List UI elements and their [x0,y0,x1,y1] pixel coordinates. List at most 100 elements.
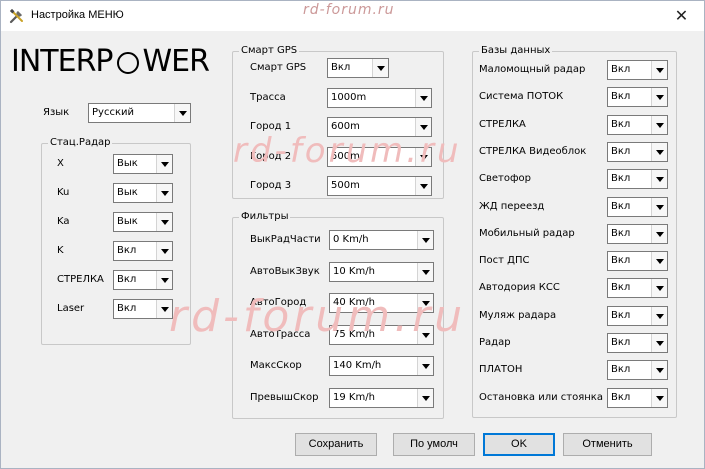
filter-select[interactable]: 19 Km/h [329,387,434,408]
chevron-down-icon[interactable] [417,357,433,375]
chevron-down-icon[interactable] [417,231,433,249]
close-icon: ✕ [674,6,689,25]
close-button[interactable]: ✕ [659,1,704,31]
chevron-down-icon[interactable] [415,177,431,195]
database-label: Светофор [479,173,531,185]
chevron-down-icon[interactable] [174,104,190,122]
chevron-down-icon[interactable] [651,252,667,271]
database-value: Вкл [611,91,631,103]
database-select[interactable]: Вкл [607,114,668,135]
filter-select[interactable]: 75 Km/h [329,324,434,345]
database-select[interactable]: Вкл [607,141,668,162]
chevron-down-icon[interactable] [417,294,433,312]
chevron-down-icon[interactable] [651,115,667,134]
database-label: Система ПОТОК [479,91,564,103]
database-value: Вкл [611,173,631,185]
gps-select[interactable]: 500m [327,146,432,167]
stat-radar-value: Вкл [117,274,137,285]
chevron-down-icon[interactable] [417,388,433,407]
database-select[interactable]: Вкл [607,387,668,408]
chevron-down-icon[interactable] [651,142,667,161]
gps-select[interactable]: 600m [327,117,432,137]
chevron-down-icon[interactable] [651,61,667,79]
gps-select[interactable]: 500m [327,176,432,196]
chevron-down-icon[interactable] [156,271,172,289]
database-label: Радар [479,337,511,348]
gps-select[interactable]: Вкл [327,58,389,78]
database-label: Автодория КСС [479,282,560,294]
database-label: СТРЕЛКА [479,118,526,130]
filter-value: 10 Km/h [333,265,375,277]
database-value: Вкл [611,118,631,130]
filter-select[interactable]: 10 Km/h [329,261,434,282]
stat-radar-select[interactable]: Вкл [113,241,173,261]
language-select[interactable]: Русский [88,103,191,123]
chevron-down-icon[interactable] [651,88,667,107]
chevron-down-icon[interactable] [651,334,667,352]
tools-icon [9,8,23,24]
stat-radar-value: Вык [117,187,138,198]
filter-label: МаксСкор [250,360,302,371]
chevron-down-icon[interactable] [651,170,667,189]
database-value: Вкл [611,391,631,403]
database-select[interactable]: Вкл [607,223,668,244]
chevron-down-icon[interactable] [415,147,431,166]
filter-label: ПревышСкор [250,391,319,403]
database-select[interactable]: Вкл [607,305,668,326]
chevron-down-icon[interactable] [415,118,431,136]
gps-select[interactable]: 1000m [327,87,432,108]
chevron-down-icon[interactable] [417,325,433,344]
gps-label: Смарт GPS [250,62,307,73]
database-select[interactable]: Вкл [607,196,668,217]
database-select[interactable]: Вкл [607,360,668,381]
stat-radar-label: K [57,245,64,256]
chevron-down-icon[interactable] [417,262,433,281]
filter-value: 75 Km/h [333,328,375,340]
stat-radar-select[interactable]: Вкл [113,299,173,319]
chevron-down-icon[interactable] [156,184,172,202]
stat-radar-select[interactable]: Вык [113,154,173,174]
chevron-down-icon[interactable] [372,59,388,77]
database-select[interactable]: Вкл [607,333,668,353]
stat-radar-label: Ku [57,187,70,198]
chevron-down-icon[interactable] [651,306,667,325]
stat-radar-select[interactable]: Вык [113,183,173,203]
language-value: Русский [92,107,134,118]
stat-radar-select[interactable]: Вык [113,212,173,232]
cancel-button[interactable]: Отменить [563,433,652,456]
database-select[interactable]: Вкл [607,60,668,80]
ok-button[interactable]: OK [483,433,555,456]
defaults-button[interactable]: По умолч [393,433,475,456]
database-select[interactable]: Вкл [607,87,668,108]
database-value: Вкл [611,200,631,212]
chevron-down-icon[interactable] [651,388,667,407]
chevron-down-icon[interactable] [651,361,667,380]
stat-radar-label: Ka [57,216,70,227]
chevron-down-icon[interactable] [156,155,172,173]
save-button[interactable]: Сохранить [295,433,377,456]
filter-select[interactable]: 40 Km/h [329,293,434,313]
database-select[interactable]: Вкл [607,251,668,272]
stat-radar-value: Вкл [117,303,137,314]
gps-label: Город 1 [250,121,292,132]
filter-value: 40 Km/h [333,297,375,308]
filter-select[interactable]: 0 Km/h [329,230,434,250]
chevron-down-icon[interactable] [156,242,172,260]
filter-select[interactable]: 140 Km/h [329,356,434,376]
chevron-down-icon[interactable] [651,197,667,216]
chevron-down-icon[interactable] [415,88,431,107]
database-label: Остановка или стоянка [479,391,603,403]
settings-window: Настройка МЕНЮ ✕ INTERP WER Язык Русский … [0,0,705,469]
stat-radar-title: Стац.Радар [48,137,113,149]
chevron-down-icon[interactable] [651,224,667,243]
stat-radar-label: СТРЕЛКА [57,274,104,285]
database-select[interactable]: Вкл [607,169,668,190]
stat-radar-select[interactable]: Вкл [113,270,173,290]
chevron-down-icon[interactable] [156,213,172,231]
chevron-down-icon[interactable] [156,300,172,318]
stat-radar-value: Вык [117,158,138,169]
database-select[interactable]: Вкл [607,278,668,299]
gps-label: Город 3 [250,180,292,191]
database-value: Вкл [611,282,631,294]
chevron-down-icon[interactable] [651,279,667,298]
